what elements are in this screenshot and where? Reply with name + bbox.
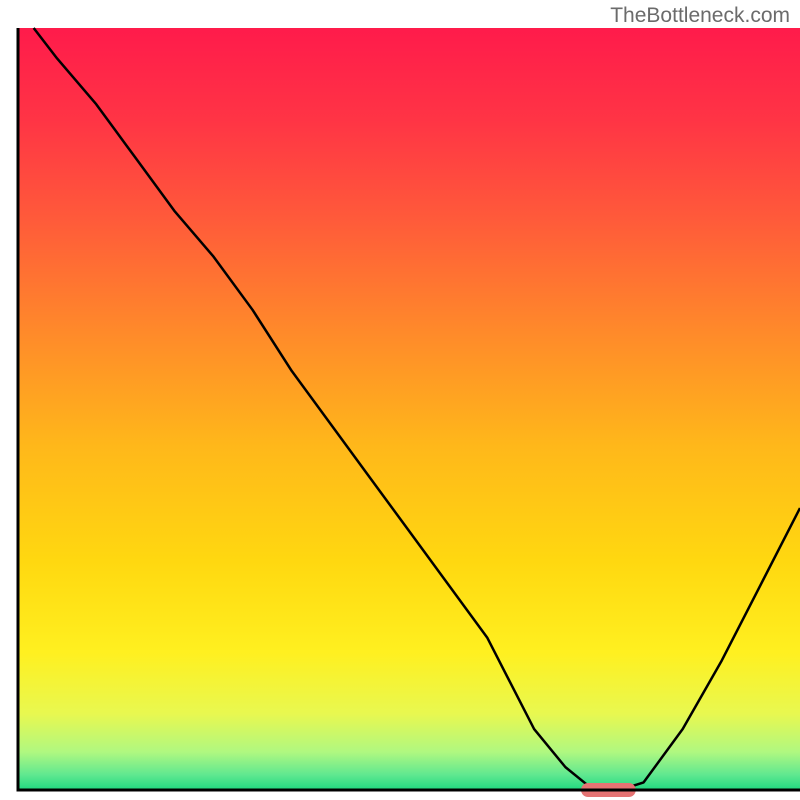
chart-plot-area (0, 0, 800, 800)
watermark-text: TheBottleneck.com (610, 4, 790, 28)
bottleneck-chart: TheBottleneck.com (0, 0, 800, 800)
